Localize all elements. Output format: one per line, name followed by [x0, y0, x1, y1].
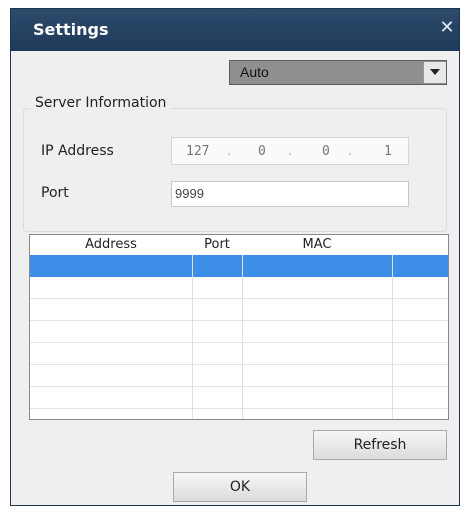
server-information-legend: Server Information — [31, 95, 171, 111]
port-label: Port — [41, 185, 69, 201]
column-header-mac[interactable]: MAC — [242, 237, 392, 252]
ip-separator: . — [227, 144, 232, 159]
title-bar[interactable]: Settings ✕ — [11, 9, 459, 51]
table-row[interactable] — [30, 277, 448, 299]
ip-address-field[interactable]: 127 . 0 . 0 . 1 — [171, 137, 409, 165]
ip-octet-1[interactable]: 127 — [186, 144, 209, 159]
ok-button[interactable]: OK — [173, 472, 307, 502]
table-row[interactable] — [30, 387, 448, 409]
table-row[interactable] — [30, 343, 448, 365]
column-divider — [192, 255, 193, 419]
device-table[interactable]: Address Port MAC — [29, 234, 449, 420]
server-information-group — [23, 108, 447, 232]
column-divider — [242, 255, 243, 419]
ip-octet-4[interactable]: 1 — [384, 144, 392, 159]
ip-separator: . — [288, 144, 293, 159]
column-header-address[interactable]: Address — [30, 237, 192, 252]
ip-separator: . — [348, 144, 353, 159]
column-header-port[interactable]: Port — [192, 237, 242, 252]
close-icon[interactable]: ✕ — [439, 19, 455, 37]
settings-dialog: Settings ✕ Auto Server Information IP Ad… — [10, 8, 460, 506]
refresh-button[interactable]: Refresh — [313, 430, 447, 460]
chevron-down-icon[interactable] — [423, 62, 446, 83]
table-row[interactable] — [30, 299, 448, 321]
column-divider — [392, 255, 393, 419]
table-row[interactable] — [30, 365, 448, 387]
mode-dropdown[interactable]: Auto — [229, 60, 447, 85]
dialog-title: Settings — [33, 20, 109, 39]
ip-address-label: IP Address — [41, 143, 114, 159]
table-row[interactable] — [30, 255, 448, 277]
ip-octet-3[interactable]: 0 — [322, 144, 330, 159]
mode-dropdown-value: Auto — [240, 64, 269, 80]
table-row[interactable] — [30, 321, 448, 343]
table-header: Address Port MAC — [30, 235, 448, 255]
port-field[interactable]: 9999 — [171, 181, 409, 207]
port-field-value: 9999 — [175, 186, 204, 201]
ip-octet-2[interactable]: 0 — [258, 144, 266, 159]
